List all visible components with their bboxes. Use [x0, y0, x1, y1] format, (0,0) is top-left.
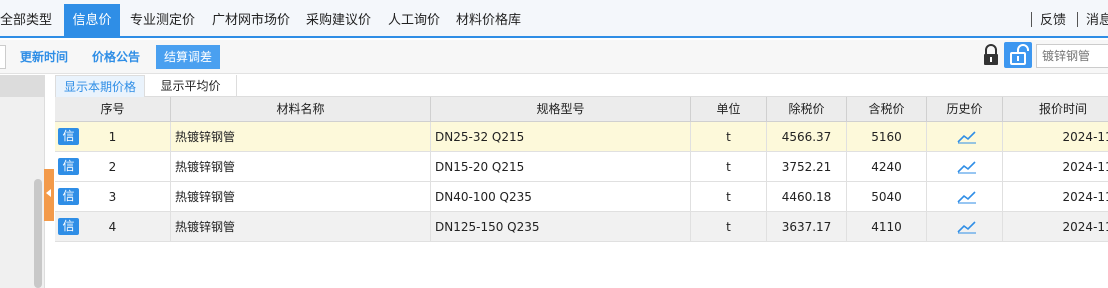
settlement-adjust-button[interactable]: 结算调差 [156, 45, 220, 69]
tab-current-price[interactable]: 显示本期价格 [55, 75, 145, 97]
unit: t [691, 152, 767, 182]
tab-purchase-advice[interactable]: 采购建议价 [306, 4, 378, 38]
table-header: 序号 材料名称 规格型号 单位 除税价 含税价 历史价 报价时间 [55, 97, 1108, 122]
material-name: 热镀锌钢管 [171, 122, 431, 152]
material-name: 热镀锌钢管 [171, 152, 431, 182]
pre-tax-price: 4460.18 [767, 182, 847, 212]
material-name: 热镀锌钢管 [171, 182, 431, 212]
tab-info-price[interactable]: 信息价 [64, 4, 120, 38]
message-link[interactable]: 消息 [1086, 4, 1108, 38]
tab-average-price[interactable]: 显示平均价 [145, 75, 237, 97]
spec-model: DN125-150 Q235 [431, 212, 691, 242]
quote-date: 2024-11- [1062, 130, 1108, 144]
search-input[interactable] [1036, 44, 1108, 68]
collapse-handle[interactable] [44, 169, 54, 221]
tab-material-library[interactable]: 材料价格库 [456, 4, 528, 38]
pre-tax-price: 3752.21 [767, 152, 847, 182]
trend-chart-icon[interactable] [957, 130, 977, 144]
tax-included-price: 5160 [847, 122, 927, 152]
column-header[interactable]: 含税价 [847, 97, 927, 122]
unlock-icon[interactable] [1004, 42, 1032, 68]
quote-date: 2024-11- [1062, 190, 1108, 204]
row-index: 2 [108, 160, 117, 174]
row-index: 3 [108, 190, 117, 204]
table-row[interactable]: 信 1 热镀锌钢管 DN25-32 Q215 t 4566.37 5160 20… [55, 122, 1108, 152]
sub-tab-bar: 显示本期价格 显示平均价 [55, 75, 1108, 97]
row-index: 1 [108, 130, 117, 144]
update-time-button[interactable]: 更新时间 [14, 45, 74, 69]
column-header[interactable]: 序号 [55, 97, 171, 122]
column-header[interactable]: 历史价 [927, 97, 1003, 122]
table-row[interactable]: 信 4 热镀锌钢管 DN125-150 Q235 t 3637.17 4110 … [55, 212, 1108, 242]
info-badge: 信 [58, 128, 79, 145]
spec-model: DN25-32 Q215 [431, 122, 691, 152]
unit: t [691, 122, 767, 152]
divider [1031, 12, 1032, 27]
table-row[interactable]: 信 2 热镀锌钢管 DN15-20 Q215 t 3752.21 4240 20… [55, 152, 1108, 182]
spec-model: DN15-20 Q215 [431, 152, 691, 182]
toolbar: 更新时间 价格公告 结算调差 [0, 40, 1108, 74]
row-index: 4 [108, 220, 117, 234]
tab-professional-price[interactable]: 专业测定价 [130, 4, 206, 38]
pre-tax-price: 3637.17 [767, 212, 847, 242]
tax-included-price: 5040 [847, 182, 927, 212]
spec-model: DN40-100 Q235 [431, 182, 691, 212]
info-badge: 信 [58, 158, 79, 175]
column-header[interactable]: 单位 [691, 97, 767, 122]
lock-icon[interactable] [982, 44, 1000, 66]
left-panel-header [0, 75, 45, 97]
tab-market-price[interactable]: 广材网市场价 [212, 4, 300, 38]
scrollbar[interactable] [34, 179, 42, 288]
column-header[interactable]: 规格型号 [431, 97, 691, 122]
tab-all-types[interactable]: 全部类型 [0, 4, 60, 38]
trend-chart-icon[interactable] [957, 220, 977, 234]
pre-tax-price: 4566.37 [767, 122, 847, 152]
material-name: 热镀锌钢管 [171, 212, 431, 242]
feedback-link[interactable]: 反馈 [1040, 4, 1066, 38]
input-edge[interactable] [0, 45, 6, 69]
column-header[interactable]: 报价时间 [1003, 97, 1108, 122]
price-table: 序号 材料名称 规格型号 单位 除税价 含税价 历史价 报价时间 信 1 热镀锌… [55, 97, 1108, 288]
info-badge: 信 [58, 218, 79, 235]
arrow-left-icon [46, 189, 51, 197]
trend-chart-icon[interactable] [957, 160, 977, 174]
tab-labor-inquiry[interactable]: 人工询价 [388, 4, 444, 38]
info-badge: 信 [58, 188, 79, 205]
unit: t [691, 182, 767, 212]
tax-included-price: 4110 [847, 212, 927, 242]
divider [1077, 12, 1078, 27]
tax-included-price: 4240 [847, 152, 927, 182]
column-header[interactable]: 材料名称 [171, 97, 431, 122]
left-panel [0, 75, 45, 288]
price-notice-button[interactable]: 价格公告 [86, 45, 146, 69]
unit: t [691, 212, 767, 242]
trend-chart-icon[interactable] [957, 190, 977, 204]
quote-date: 2024-11- [1062, 220, 1108, 234]
table-row[interactable]: 信 3 热镀锌钢管 DN40-100 Q235 t 4460.18 5040 2… [55, 182, 1108, 212]
quote-date: 2024-11- [1062, 160, 1108, 174]
column-header[interactable]: 除税价 [767, 97, 847, 122]
top-tab-bar: 全部类型 信息价 专业测定价 广材网市场价 采购建议价 人工询价 材料价格库 反… [0, 0, 1108, 38]
